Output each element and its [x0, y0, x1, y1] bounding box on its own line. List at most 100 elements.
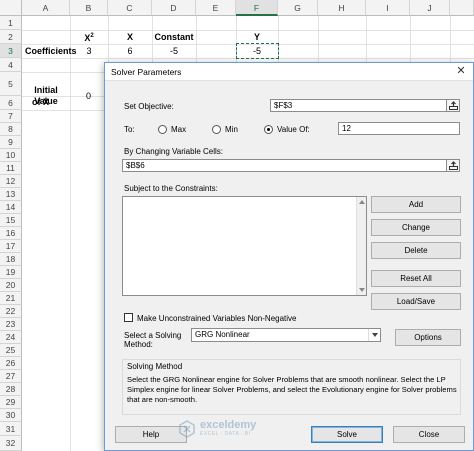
close-button[interactable]: Close	[393, 426, 465, 443]
max-label[interactable]: Max	[171, 125, 186, 134]
cell-f2[interactable]: Y	[236, 32, 278, 43]
column-header-d[interactable]: D	[152, 0, 196, 16]
cell-b2-superscript: 2	[90, 33, 94, 39]
row-header-23[interactable]: 23	[0, 318, 22, 331]
row-header-28[interactable]: 28	[0, 383, 22, 396]
column-header-g[interactable]: G	[278, 0, 318, 16]
collapse-dialog-icon	[449, 101, 458, 110]
min-radio[interactable]	[212, 125, 221, 134]
column-header-e[interactable]: E	[196, 0, 236, 16]
solving-method-label-line2: Method:	[124, 340, 153, 349]
collapse-dialog-icon	[449, 161, 458, 170]
cell-b5[interactable]: 0	[86, 91, 106, 102]
row-header-15[interactable]: 15	[0, 214, 22, 227]
row-header-31[interactable]: 31	[0, 422, 22, 436]
column-header-f[interactable]: F	[236, 0, 278, 16]
row-header-4[interactable]: 4	[0, 58, 22, 72]
cell-c3[interactable]: 6	[108, 46, 152, 57]
column-header-h[interactable]: H	[318, 0, 366, 16]
row-header-30[interactable]: 30	[0, 409, 22, 422]
constraints-label: Subject to the Constraints:	[124, 184, 218, 193]
row-header-24[interactable]: 24	[0, 331, 22, 344]
column-header-i[interactable]: I	[366, 0, 410, 16]
row-header-10[interactable]: 10	[0, 149, 22, 162]
cell-f3[interactable]: -5	[236, 46, 278, 57]
watermark-name: exceldemy	[200, 419, 257, 431]
row-header-21[interactable]: 21	[0, 292, 22, 305]
min-label[interactable]: Min	[225, 125, 238, 134]
cell-b3[interactable]: 3	[70, 46, 108, 57]
load-save-button[interactable]: Load/Save	[371, 293, 461, 310]
solve-button[interactable]: Solve	[311, 426, 383, 443]
add-button[interactable]: Add	[371, 196, 461, 213]
column-header-j[interactable]: J	[410, 0, 450, 16]
change-button[interactable]: Change	[371, 219, 461, 236]
scroll-up-icon[interactable]	[359, 200, 365, 204]
solving-method-select[interactable]: GRG Nonlinear	[191, 328, 381, 342]
scroll-down-icon[interactable]	[359, 288, 365, 292]
cell-d2[interactable]: Constant	[152, 32, 196, 43]
row-header-2[interactable]: 2	[0, 30, 22, 44]
chevron-down-icon[interactable]	[368, 329, 380, 341]
row-header-5[interactable]: 5	[0, 72, 22, 96]
cell-d3[interactable]: -5	[152, 46, 196, 57]
changing-cells-label: By Changing Variable Cells:	[124, 147, 224, 156]
row-header-9[interactable]: 9	[0, 136, 22, 149]
exceldemy-watermark: exceldemy EXCEL · DATA · BI	[178, 418, 298, 440]
row-header-6[interactable]: 6	[0, 96, 22, 110]
value-of-input[interactable]: 12	[338, 122, 460, 135]
solving-method-value: GRG Nonlinear	[195, 330, 250, 339]
max-radio[interactable]	[158, 125, 167, 134]
row-header-20[interactable]: 20	[0, 279, 22, 292]
cell-b2[interactable]: X2	[70, 31, 108, 44]
row-header-11[interactable]: 11	[0, 162, 22, 175]
row-header-29[interactable]: 29	[0, 396, 22, 409]
row-header-1[interactable]: 1	[0, 16, 22, 30]
value-of-radio[interactable]	[264, 125, 273, 134]
dialog-title: Solver Parameters	[111, 67, 182, 77]
row-header-32[interactable]: 32	[0, 436, 22, 451]
row-header-12[interactable]: 12	[0, 175, 22, 188]
column-header-k[interactable]	[450, 0, 474, 16]
options-button[interactable]: Options	[395, 329, 461, 346]
row-header-3[interactable]: 3	[0, 44, 22, 58]
row-header-14[interactable]: 14	[0, 201, 22, 214]
select-all-corner[interactable]	[0, 0, 22, 16]
column-header-c[interactable]: C	[108, 0, 152, 16]
changing-cells-input[interactable]: $B$6	[122, 159, 450, 172]
row-header-18[interactable]: 18	[0, 253, 22, 266]
cell-c2[interactable]: X	[108, 32, 152, 43]
objective-input[interactable]: $F$3	[270, 99, 450, 112]
help-button[interactable]: Help	[115, 426, 187, 443]
cell-a5-line2[interactable]: of X	[32, 97, 70, 108]
solver-parameters-dialog[interactable]: Solver Parameters ✕ Set Objective: $F$3 …	[104, 62, 474, 451]
objective-range-button[interactable]	[446, 99, 460, 112]
changing-cells-range-button[interactable]	[446, 159, 460, 172]
solving-method-label-line1: Select a Solving	[124, 331, 182, 340]
set-objective-label: Set Objective:	[124, 102, 174, 111]
exceldemy-logo-icon	[179, 420, 195, 438]
row-header-27[interactable]: 27	[0, 370, 22, 383]
row-header-17[interactable]: 17	[0, 240, 22, 253]
row-header-19[interactable]: 19	[0, 266, 22, 279]
grid-line	[70, 16, 71, 451]
constraints-listbox[interactable]	[122, 196, 367, 296]
row-header-25[interactable]: 25	[0, 344, 22, 357]
row-header-22[interactable]: 22	[0, 305, 22, 318]
close-icon[interactable]: ✕	[455, 65, 467, 77]
row-header-8[interactable]: 8	[0, 123, 22, 136]
row-header-26[interactable]: 26	[0, 357, 22, 370]
dialog-titlebar[interactable]: Solver Parameters ✕	[105, 63, 473, 81]
constraints-scrollbar[interactable]	[356, 197, 366, 295]
column-header-a[interactable]: A	[22, 0, 70, 16]
row-header-16[interactable]: 16	[0, 227, 22, 240]
to-label: To:	[124, 125, 135, 134]
delete-button[interactable]: Delete	[371, 242, 461, 259]
column-header-b[interactable]: B	[70, 0, 108, 16]
make-nonnegative-label[interactable]: Make Unconstrained Variables Non-Negativ…	[137, 314, 297, 323]
make-nonnegative-checkbox[interactable]	[124, 313, 133, 322]
row-header-7[interactable]: 7	[0, 110, 22, 123]
row-header-13[interactable]: 13	[0, 188, 22, 201]
reset-all-button[interactable]: Reset All	[371, 270, 461, 287]
value-of-label[interactable]: Value Of:	[277, 125, 310, 134]
